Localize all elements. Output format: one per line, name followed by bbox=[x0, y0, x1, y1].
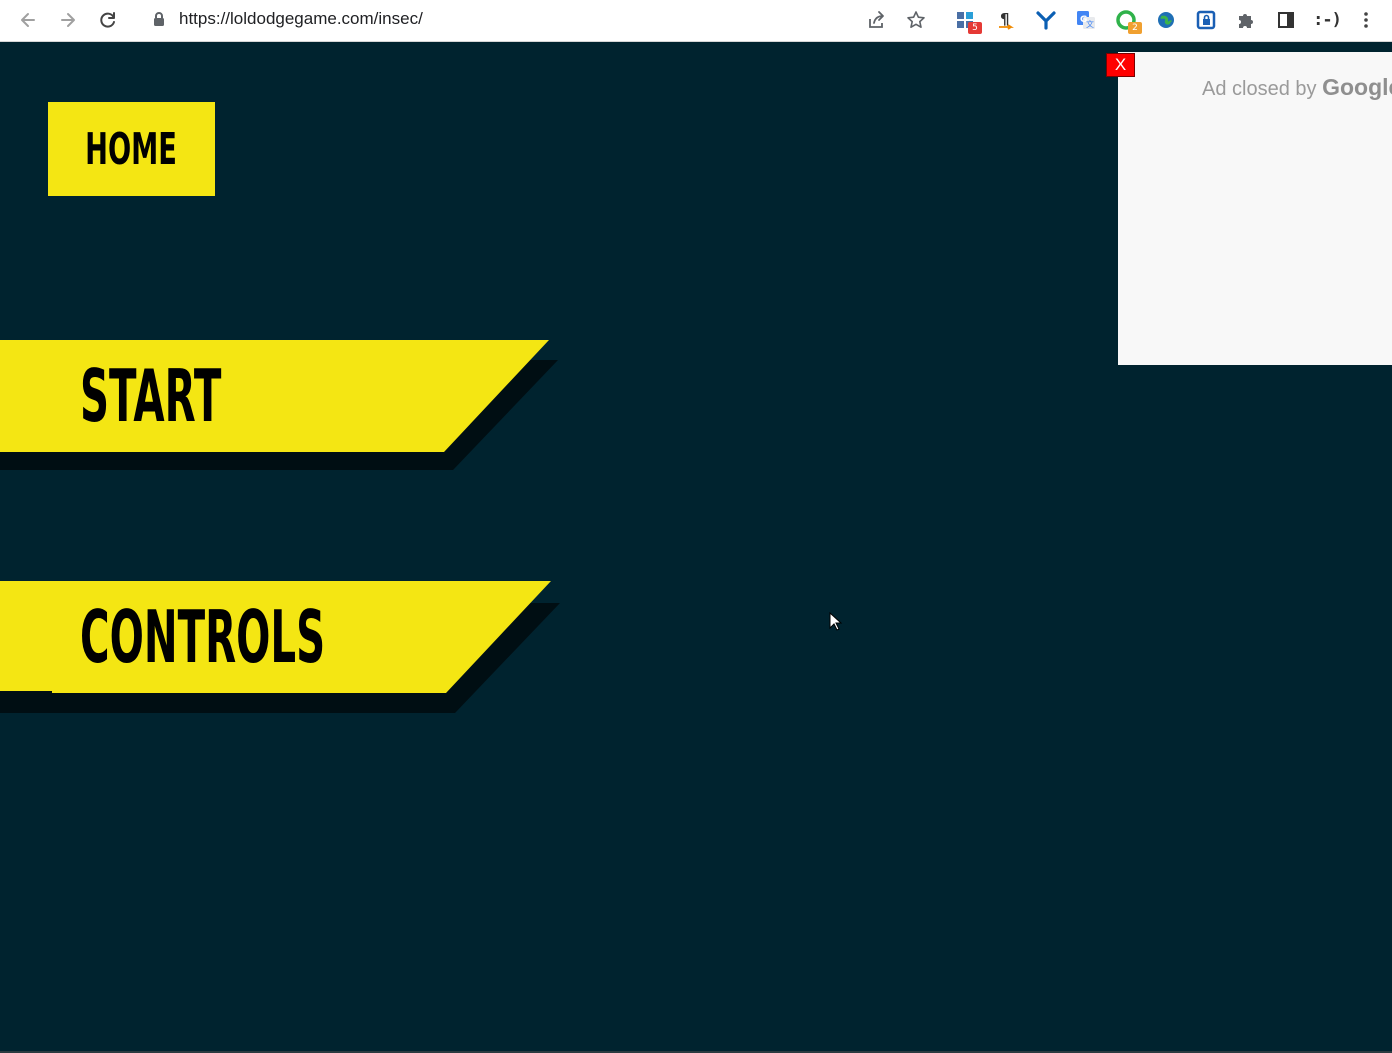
paragraph-extension-icon: ¶ bbox=[999, 10, 1014, 30]
start-button[interactable]: START bbox=[0, 340, 560, 475]
address-bar-url[interactable]: https://loldodgegame.com/insec/ bbox=[179, 9, 423, 29]
browser-menu-button[interactable] bbox=[1352, 6, 1380, 34]
forward-button[interactable] bbox=[54, 6, 82, 34]
reload-icon bbox=[100, 12, 115, 28]
kebab-menu-icon bbox=[1364, 12, 1368, 28]
translate-extension-button[interactable]: G 文 bbox=[1072, 6, 1100, 34]
extension-grid-button[interactable]: 5 bbox=[952, 6, 982, 34]
y-extension-icon bbox=[1036, 11, 1056, 30]
google-brand: Google bbox=[1322, 74, 1392, 100]
extension-badge: 2 bbox=[1128, 22, 1142, 34]
translate-extension-icon: G 文 bbox=[1077, 11, 1095, 29]
back-arrow-icon bbox=[21, 13, 35, 27]
green-circle-extension-button[interactable]: 2 bbox=[1112, 6, 1142, 34]
star-icon bbox=[907, 11, 925, 28]
extensions-button[interactable] bbox=[1232, 6, 1260, 34]
globe-extension-button[interactable] bbox=[1152, 6, 1180, 34]
forward-arrow-icon bbox=[61, 13, 75, 27]
extension-badge: 5 bbox=[968, 22, 982, 34]
smiley-extension-button[interactable]: :-) bbox=[1310, 6, 1344, 34]
globe-extension-icon bbox=[1158, 12, 1174, 28]
share-icon bbox=[869, 11, 884, 28]
game-canvas: HOME START CONTROLS Ad closed by Google bbox=[0, 42, 1392, 1053]
browser-toolbar: https://loldodgegame.com/insec/ 5 ¶ G 文 … bbox=[0, 0, 1392, 42]
share-button[interactable] bbox=[862, 6, 890, 34]
side-panel-button[interactable] bbox=[1272, 6, 1300, 34]
home-label: HOME bbox=[85, 123, 178, 175]
home-button[interactable]: HOME bbox=[48, 102, 215, 196]
ad-closed-prefix: Ad closed by bbox=[1202, 78, 1323, 100]
puzzle-icon bbox=[1239, 14, 1253, 28]
lock-badge-extension-button[interactable] bbox=[1192, 6, 1220, 34]
controls-label: CONTROLS bbox=[80, 595, 326, 679]
controls-button[interactable]: CONTROLS bbox=[0, 581, 560, 716]
ad-close-button[interactable]: X bbox=[1106, 53, 1135, 77]
start-label: START bbox=[80, 354, 222, 438]
reload-button[interactable] bbox=[94, 6, 122, 34]
paragraph-extension-button[interactable]: ¶ bbox=[992, 6, 1020, 34]
ad-closed-text: Ad closed by Google bbox=[1202, 74, 1392, 101]
lock-icon[interactable] bbox=[152, 10, 166, 33]
back-button[interactable] bbox=[14, 6, 42, 34]
mouse-cursor-icon bbox=[829, 611, 843, 637]
lock-badge-extension-icon bbox=[1196, 10, 1216, 30]
bookmark-button[interactable] bbox=[902, 6, 930, 34]
svg-text:文: 文 bbox=[1086, 19, 1094, 29]
ad-panel: Ad closed by Google bbox=[1118, 52, 1392, 365]
side-panel-icon bbox=[1278, 12, 1294, 28]
browser-window: https://loldodgegame.com/insec/ 5 ¶ G 文 … bbox=[0, 0, 1392, 1053]
y-extension-button[interactable] bbox=[1032, 6, 1060, 34]
smiley-text: :-) bbox=[1313, 10, 1342, 30]
